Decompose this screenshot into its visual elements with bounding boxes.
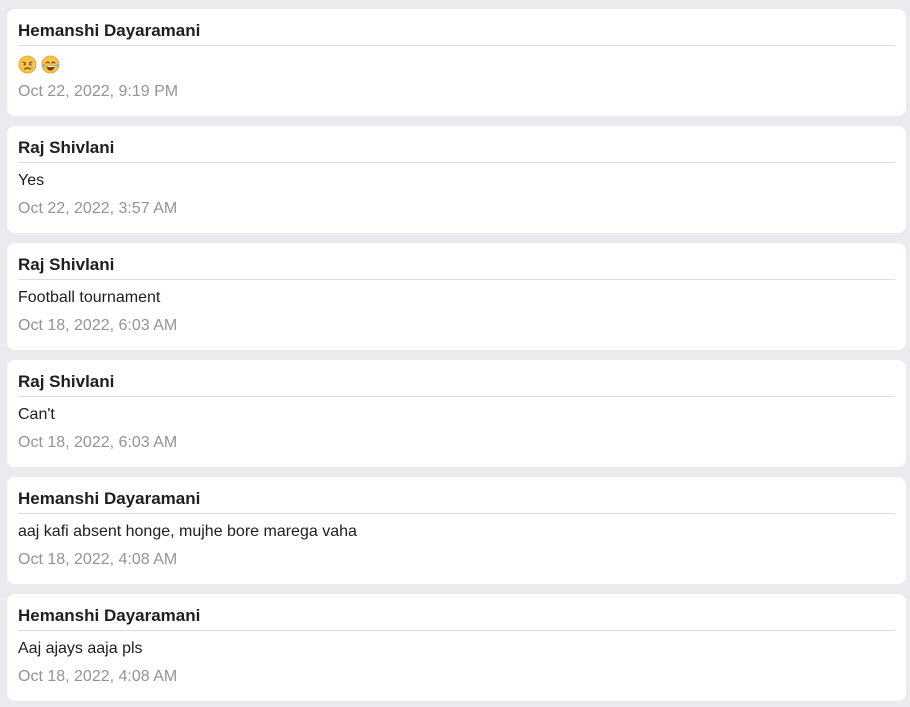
sender-name: Raj Shivlani [18, 255, 115, 274]
timestamp: Oct 18, 2022, 6:03 AM [18, 317, 178, 334]
emoji-row [18, 53, 60, 75]
divider [18, 162, 895, 163]
tears-of-joy-emoji [41, 55, 60, 73]
timestamp: Oct 18, 2022, 4:08 AM [18, 551, 178, 568]
message-card: Raj Shivlani Yes Oct 22, 2022, 3:57 AM [7, 126, 906, 233]
sender-name: Raj Shivlani [18, 372, 115, 391]
message-body: Can't [18, 406, 55, 423]
timestamp: Oct 18, 2022, 6:03 AM [18, 434, 178, 451]
sender-name: Hemanshi Dayaramani [18, 606, 201, 625]
disappointed-relieved-emoji [18, 55, 37, 73]
sender-name: Hemanshi Dayaramani [18, 489, 201, 508]
divider [18, 45, 895, 46]
divider [18, 513, 895, 514]
message-body [18, 53, 60, 75]
message-feed: Hemanshi Dayaramani Oct 22, 2022, 9:19 P… [0, 0, 910, 707]
message-body: Yes [18, 172, 45, 189]
message-card: Hemanshi Dayaramani Oct 22, 2022, 9:19 P… [7, 9, 906, 116]
divider [18, 396, 895, 397]
divider [18, 279, 895, 280]
sender-name: Raj Shivlani [18, 138, 115, 157]
message-card: Raj Shivlani Football tournament Oct 18,… [7, 243, 906, 350]
message-body: aaj kafi absent honge, mujhe bore marega… [18, 523, 357, 540]
message-body: Football tournament [18, 289, 161, 306]
sender-name: Hemanshi Dayaramani [18, 21, 201, 40]
timestamp: Oct 22, 2022, 3:57 AM [18, 200, 178, 217]
message-card: Hemanshi Dayaramani Aaj ajays aaja pls O… [7, 594, 906, 701]
message-body: Aaj ajays aaja pls [18, 640, 143, 657]
timestamp: Oct 18, 2022, 4:08 AM [18, 668, 178, 685]
message-card: Hemanshi Dayaramani aaj kafi absent hong… [7, 477, 906, 584]
message-card: Raj Shivlani Can't Oct 18, 2022, 6:03 AM [7, 360, 906, 467]
divider [18, 630, 895, 631]
timestamp: Oct 22, 2022, 9:19 PM [18, 83, 179, 100]
